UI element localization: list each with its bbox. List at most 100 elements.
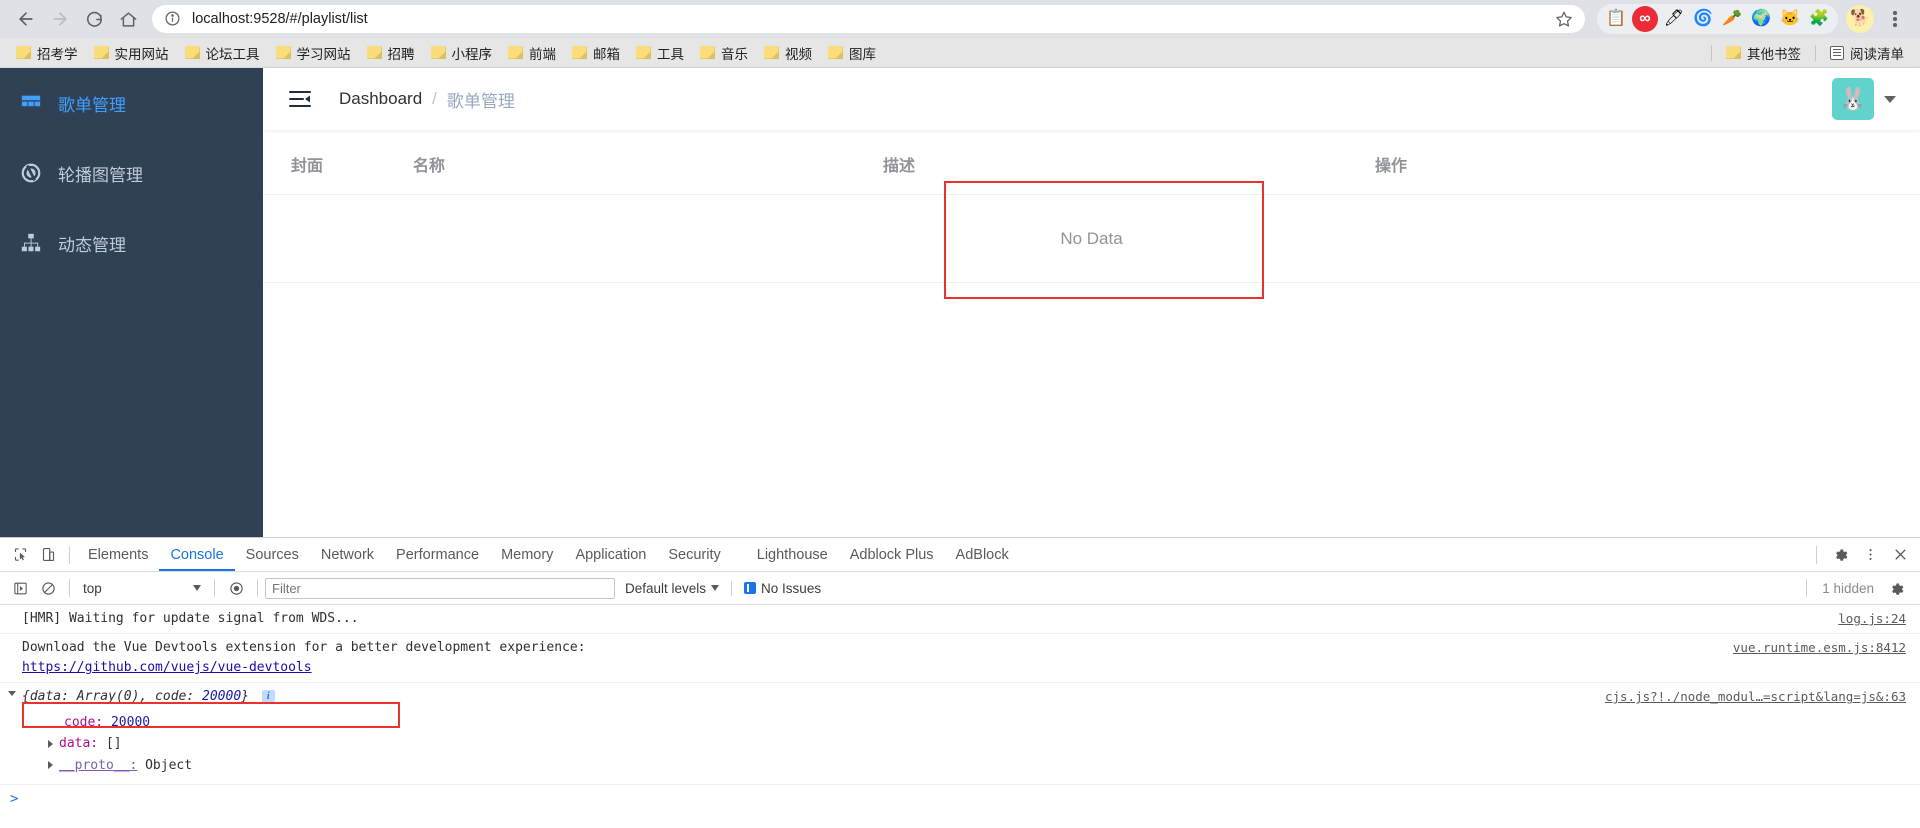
sidebar-item-dynamic[interactable]: 动态管理 [0, 208, 263, 278]
bookmark-item[interactable]: 前端 [500, 40, 564, 66]
gear-icon[interactable] [1826, 542, 1854, 568]
info-badge-icon[interactable]: i [261, 690, 275, 704]
address-bar[interactable]: localhost:9528/#/playlist/list [152, 5, 1585, 33]
home-icon[interactable] [112, 3, 144, 35]
tab-sources[interactable]: Sources [235, 540, 310, 571]
expand-triangle-icon[interactable] [48, 761, 53, 770]
tab-lighthouse[interactable]: Lighthouse [746, 540, 839, 571]
object-property-code[interactable]: code: 20000 [48, 712, 1920, 734]
bookmark-item[interactable]: 视频 [756, 40, 820, 66]
property-key: __proto__: [59, 757, 138, 773]
live-expression-icon[interactable] [222, 575, 250, 601]
folder-icon [828, 46, 843, 59]
clear-console-icon[interactable] [34, 575, 62, 601]
tab-memory[interactable]: Memory [490, 540, 564, 571]
bookmark-item[interactable]: 招考学 [8, 40, 86, 66]
reload-icon[interactable] [78, 3, 110, 35]
bookmark-item[interactable]: 工具 [628, 40, 692, 66]
execution-context-icon[interactable] [6, 575, 34, 601]
more-options-icon[interactable] [1856, 542, 1884, 568]
execution-context-value: top [83, 580, 102, 596]
tab-adblock-plus[interactable]: Adblock Plus [839, 540, 945, 571]
bookmark-item[interactable]: 图库 [820, 40, 884, 66]
bookmark-item[interactable]: 论坛工具 [177, 40, 268, 66]
sidebar-item-carousel[interactable]: 轮播图管理 [0, 138, 263, 208]
bookmark-label: 小程序 [451, 46, 493, 62]
chevron-down-icon[interactable] [1884, 95, 1896, 103]
bookmark-label: 前端 [529, 46, 556, 62]
console-message-source[interactable]: vue.runtime.esm.js:8412 [1733, 638, 1906, 657]
site-info-icon[interactable] [164, 10, 182, 28]
console-message-source[interactable]: cjs.js?!./node_modul…=script&lang=js&:63 [1605, 687, 1906, 706]
cat-extension-icon[interactable]: 🐱 [1777, 6, 1803, 32]
console-message[interactable]: [HMR] Waiting for update signal from WDS… [0, 605, 1920, 635]
devtools-panel: Elements Console Sources Network Perform… [0, 537, 1920, 828]
tab-performance[interactable]: Performance [385, 540, 490, 571]
bookmark-star-icon[interactable] [1555, 10, 1573, 28]
bookmark-item[interactable]: 小程序 [423, 40, 501, 66]
bookmark-label: 邮箱 [593, 46, 620, 62]
tab-console[interactable]: Console [159, 540, 235, 571]
tab-elements[interactable]: Elements [77, 540, 159, 571]
property-value: Object [145, 757, 193, 773]
console-message-source[interactable]: log.js:24 [1838, 609, 1906, 628]
expand-triangle-icon[interactable] [48, 739, 53, 748]
maze-extension-icon[interactable]: 🌀 [1690, 6, 1716, 32]
close-icon[interactable] [1886, 542, 1914, 568]
sidebar-item-playlist[interactable]: 歌单管理 [0, 68, 263, 138]
divider [69, 545, 70, 564]
reading-list-button[interactable]: 阅读清单 [1822, 40, 1912, 66]
tab-security[interactable]: Security [657, 540, 731, 571]
clipboard-extension-icon[interactable]: 📋 [1603, 6, 1629, 32]
breadcrumb-dashboard[interactable]: Dashboard [339, 89, 422, 109]
console-prompt[interactable]: > [0, 785, 1920, 807]
profile-avatar-icon[interactable]: 🐕 [1846, 5, 1874, 33]
top-navbar: Dashboard / 歌单管理 🐰 [263, 68, 1920, 130]
tab-application[interactable]: Application [564, 540, 657, 571]
console-toolbar-right: 1 hidden [1799, 575, 1914, 601]
tab-network[interactable]: Network [310, 540, 385, 571]
bookmarks-bar-right: 其他书签 阅读清单 [1705, 40, 1912, 66]
bookmark-item[interactable]: 实用网站 [86, 40, 177, 66]
bookmark-item[interactable]: 音乐 [692, 40, 756, 66]
console-message[interactable]: Download the Vue Devtools extension for … [0, 634, 1920, 684]
execution-context-select[interactable]: top [77, 581, 207, 596]
object-property-proto[interactable]: __proto__: Object [48, 755, 1920, 777]
bookmark-item[interactable]: 招聘 [359, 40, 423, 66]
object-properties: code: 20000 data: [] __proto__: Object [22, 708, 1920, 777]
sidebar-item-label: 动态管理 [58, 235, 126, 255]
property-value: [] [105, 736, 122, 752]
log-levels-select[interactable]: Default levels [625, 580, 720, 596]
object-property-data[interactable]: data: [] [48, 733, 1920, 755]
browser-menu-icon[interactable] [1880, 4, 1910, 34]
bookmark-item[interactable]: 学习网站 [268, 40, 359, 66]
hamburger-collapse-icon[interactable] [289, 90, 311, 108]
sidebar: 歌单管理 轮播图管理 动态管理 [0, 68, 263, 567]
log-levels-label: Default levels [625, 580, 707, 596]
folder-icon [93, 46, 109, 59]
idm-extension-icon[interactable]: 🌍 [1748, 6, 1774, 32]
gear-icon[interactable] [1882, 575, 1910, 601]
pencil-circle-extension-icon[interactable]: 🖊 [1661, 6, 1687, 32]
dot [1893, 17, 1897, 21]
console-filter-input[interactable] [265, 577, 615, 599]
console-object-message[interactable]: {data: Array(0), code: 20000} i cjs.js?!… [0, 683, 1920, 786]
bookmark-label: 工具 [657, 46, 684, 62]
bookmark-item[interactable]: 邮箱 [564, 40, 628, 66]
puzzle-extensions-icon[interactable]: 🧩 [1806, 6, 1832, 32]
folder-icon [430, 46, 446, 59]
sitemap-icon [20, 232, 42, 254]
infinity-extension-icon[interactable]: ∞ [1632, 6, 1658, 32]
issues-button[interactable]: No Issues [731, 580, 821, 596]
avatar[interactable]: 🐰 [1832, 78, 1874, 120]
divider [257, 579, 258, 597]
forward-icon[interactable] [44, 3, 76, 35]
expand-triangle-icon[interactable] [8, 691, 16, 697]
other-bookmarks-button[interactable]: 其他书签 [1718, 40, 1809, 66]
device-toolbar-icon[interactable] [34, 542, 62, 568]
carrot-extension-icon[interactable]: 🥕 [1719, 6, 1745, 32]
vue-devtools-link[interactable]: https://github.com/vuejs/vue-devtools [22, 660, 312, 675]
tab-adblock[interactable]: AdBlock [945, 540, 1020, 571]
back-icon[interactable] [10, 3, 42, 35]
inspect-element-icon[interactable] [6, 542, 34, 568]
